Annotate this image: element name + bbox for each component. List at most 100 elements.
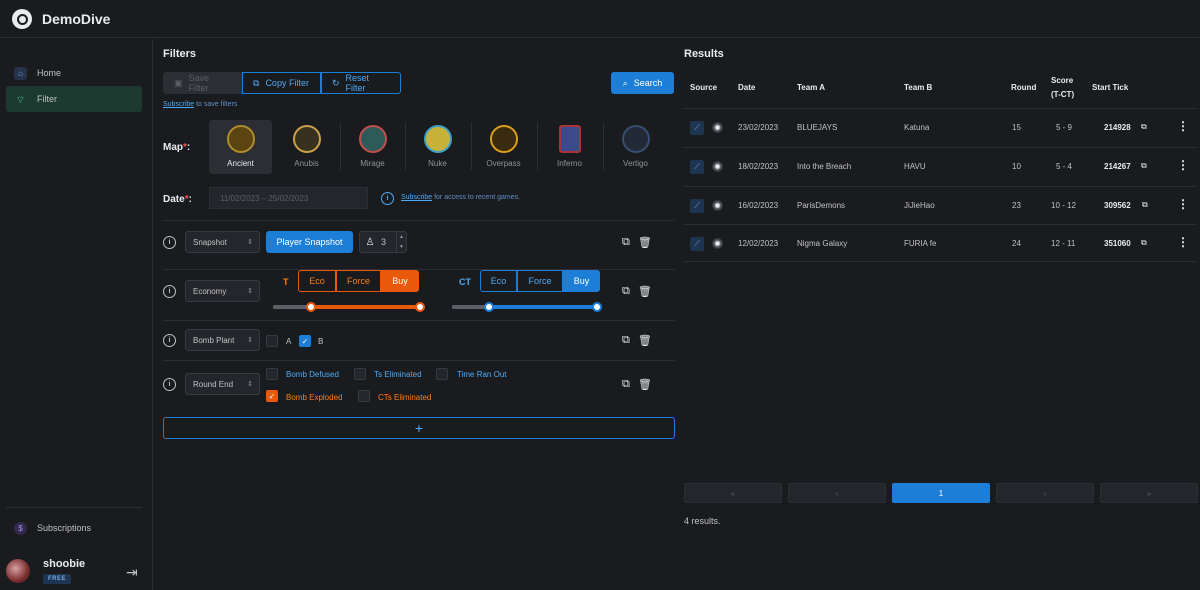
overpass-map-icon	[489, 125, 518, 153]
last-page-button[interactable]: »	[1100, 483, 1198, 503]
time-ran-out-checkbox[interactable]	[436, 368, 448, 380]
map-card-mirage[interactable]: Mirage	[341, 120, 404, 174]
demo-source-icon: ⟋	[690, 160, 704, 174]
info-icon[interactable]: i	[163, 378, 176, 391]
site-a-label: A	[286, 337, 292, 346]
first-page-button[interactable]: «	[684, 483, 782, 503]
bomb-defused-checkbox[interactable]	[266, 368, 278, 380]
map-card-nuke[interactable]: Nuke	[406, 120, 469, 174]
condition-select-round-end[interactable]: Round End ⇕	[185, 373, 260, 395]
chevron-updown-icon: ⇕	[247, 381, 253, 388]
duplicate-icon[interactable]: ⧉	[622, 334, 630, 347]
map-card-vertigo[interactable]: Vertigo	[604, 120, 667, 174]
copy-filter-button[interactable]: ⧉ Copy Filter	[242, 72, 321, 94]
home-icon: ⌂	[14, 66, 27, 80]
copy-icon[interactable]: ⧉	[1141, 161, 1147, 171]
trash-icon[interactable]: 🗑	[638, 236, 652, 249]
site-a-checkbox[interactable]	[266, 335, 278, 347]
sidebar-item-subscriptions[interactable]: $ Subscriptions	[6, 515, 142, 541]
ct-buy-option[interactable]: Buy	[563, 270, 600, 292]
avatar[interactable]	[6, 559, 30, 583]
player-snapshot-button[interactable]: Player Snapshot	[266, 231, 353, 253]
page-button-current[interactable]: 1	[892, 483, 990, 503]
player-count-stepper[interactable]: ♙ 3 ▲ ▼	[359, 231, 407, 253]
copy-icon[interactable]: ⧉	[1141, 122, 1147, 132]
t-force-option[interactable]: Force	[336, 270, 381, 292]
save-filter-button[interactable]: ▣ Save Filter	[163, 72, 242, 94]
table-row[interactable]: ⟋ 12/02/2023 Nigma Galaxy FURIA fe 24 12…	[684, 224, 1196, 262]
date-subscribe-link[interactable]: Subscribe	[401, 194, 432, 201]
select-value: Round End	[193, 379, 234, 389]
chevron-up-icon[interactable]: ▲	[399, 234, 404, 240]
more-options-icon[interactable]: ⋮	[1177, 235, 1189, 249]
table-row[interactable]: ⟋ 16/02/2023 ParisDemons JiJieHao 23 10 …	[684, 186, 1196, 224]
map-card-anubis[interactable]: Anubis	[275, 120, 338, 174]
duplicate-icon[interactable]: ⧉	[622, 285, 630, 298]
save-icon: ▣	[174, 77, 183, 88]
info-icon[interactable]: i	[163, 236, 176, 249]
date-range-input[interactable]: 11/02/2023 – 25/02/2023	[209, 187, 368, 209]
map-card-overpass[interactable]: Overpass	[472, 120, 535, 174]
sidebar-item-filter[interactable]: ▽ Filter	[6, 86, 142, 112]
row-team-b: FURIA fe	[904, 239, 937, 248]
row-team-a: BLUEJAYS	[797, 123, 838, 132]
site-b-checkbox[interactable]: ✓	[299, 335, 311, 347]
table-row[interactable]: ⟋ 23/02/2023 BLUEJAYS Katuna 15 5 - 9 21…	[684, 108, 1196, 146]
condition-select-economy[interactable]: Economy ⇕	[185, 280, 260, 302]
info-icon[interactable]: i	[381, 192, 394, 205]
logout-icon[interactable]: ⇥	[126, 564, 138, 581]
row-start-tick: 214267	[1104, 162, 1131, 171]
divider	[163, 220, 675, 221]
trash-icon[interactable]: 🗑	[638, 378, 652, 391]
subscribe-link[interactable]: Subscribe	[163, 101, 194, 108]
more-options-icon[interactable]: ⋮	[1177, 158, 1189, 172]
ct-eco-option[interactable]: Eco	[480, 270, 517, 292]
copy-icon[interactable]: ⧉	[1141, 238, 1147, 248]
chevron-down-icon[interactable]: ▼	[399, 244, 404, 250]
time-ran-out-label: Time Ran Out	[457, 370, 507, 379]
condition-select-snapshot[interactable]: Snapshot ⇕	[185, 231, 260, 253]
prev-page-button[interactable]: ‹	[788, 483, 886, 503]
slider-handle[interactable]	[592, 302, 602, 312]
trash-icon[interactable]: 🗑	[638, 334, 652, 347]
map-card-ancient[interactable]: Ancient	[209, 120, 272, 174]
cts-eliminated-checkbox[interactable]	[358, 390, 370, 402]
duplicate-icon[interactable]: ⧉	[622, 378, 630, 391]
row-actions: ⧉ 🗑	[622, 285, 652, 298]
bomb-exploded-checkbox[interactable]: ✓	[266, 390, 278, 402]
map-card-inferno[interactable]: Inferno	[538, 120, 601, 174]
ct-force-option[interactable]: Force	[517, 270, 563, 292]
trash-icon[interactable]: 🗑	[638, 285, 652, 298]
more-options-icon[interactable]: ⋮	[1177, 119, 1189, 133]
t-buy-option[interactable]: Buy	[381, 270, 419, 292]
condition-select-bomb-plant[interactable]: Bomb Plant ⇕	[185, 329, 260, 351]
copy-icon[interactable]: ⧉	[1142, 200, 1148, 210]
info-icon[interactable]: i	[163, 285, 176, 298]
sidebar-item-label: Subscriptions	[37, 523, 92, 533]
more-options-icon[interactable]: ⋮	[1177, 197, 1189, 211]
vertigo-map-icon	[621, 125, 650, 153]
slider-handle[interactable]	[484, 302, 494, 312]
t-economy-slider[interactable]	[273, 302, 425, 312]
sidebar-item-home[interactable]: ⌂ Home	[6, 60, 142, 86]
sidebar-item-label: Home	[37, 68, 62, 78]
slider-handle[interactable]	[306, 302, 316, 312]
faceit-source-icon	[712, 200, 723, 211]
duplicate-icon[interactable]: ⧉	[622, 236, 630, 249]
info-icon[interactable]: i	[163, 334, 176, 347]
row-team-b: HAVU	[904, 162, 926, 171]
search-button[interactable]: ⌕ Search	[611, 72, 674, 94]
ct-economy-slider[interactable]	[452, 302, 602, 312]
reset-filter-button[interactable]: ↻ Reset Filter	[321, 72, 401, 94]
stepper-arrows[interactable]: ▲ ▼	[396, 232, 406, 252]
next-page-button[interactable]: ›	[996, 483, 1094, 503]
slider-handle[interactable]	[415, 302, 425, 312]
table-row[interactable]: ⟋ 18/02/2023 Into the Breach HAVU 10 5 -…	[684, 147, 1196, 185]
t-eco-option[interactable]: Eco	[298, 270, 336, 292]
row-round: 15	[1012, 123, 1021, 132]
save-filter-label: Save Filter	[188, 73, 210, 93]
results-count: 4 results.	[684, 516, 721, 526]
add-condition-button[interactable]: +	[163, 417, 675, 439]
ts-eliminated-checkbox[interactable]	[354, 368, 366, 380]
bomb-defused-label: Bomb Defused	[286, 370, 339, 379]
